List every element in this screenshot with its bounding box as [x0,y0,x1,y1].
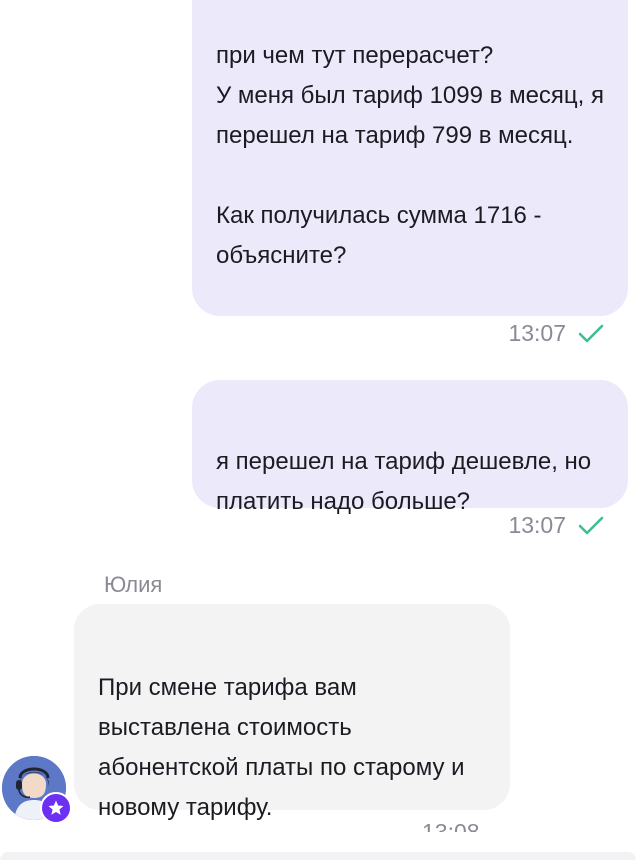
message-bubble-outgoing: я перешел на тариф дешевле, но платить н… [192,380,628,515]
sender-name: Юлия [104,572,163,597]
check-icon [578,324,604,344]
message-meta: 13:07 [508,512,604,539]
check-icon [578,516,604,536]
message-time: 13:07 [508,512,566,538]
message-bubble-outgoing: при чем тут перерасчет? У меня был тариф… [192,0,628,316]
message-input-area[interactable] [0,852,636,860]
message-text: при чем тут перерасчет? У меня был тариф… [216,42,604,269]
message-time: 13:07 [508,320,566,346]
message-meta: 13:07 [508,320,604,347]
message-time: 13:08 [422,819,480,832]
message-text: я перешел на тариф дешевле, но платить н… [216,448,592,515]
message-bubble-incoming: При смене тарифа вам выставлена стоимост… [74,604,510,821]
message-text: При смене тарифа вам выставлена стоимост… [98,674,465,821]
star-badge-icon [40,792,72,824]
agent-avatar[interactable] [2,756,74,828]
